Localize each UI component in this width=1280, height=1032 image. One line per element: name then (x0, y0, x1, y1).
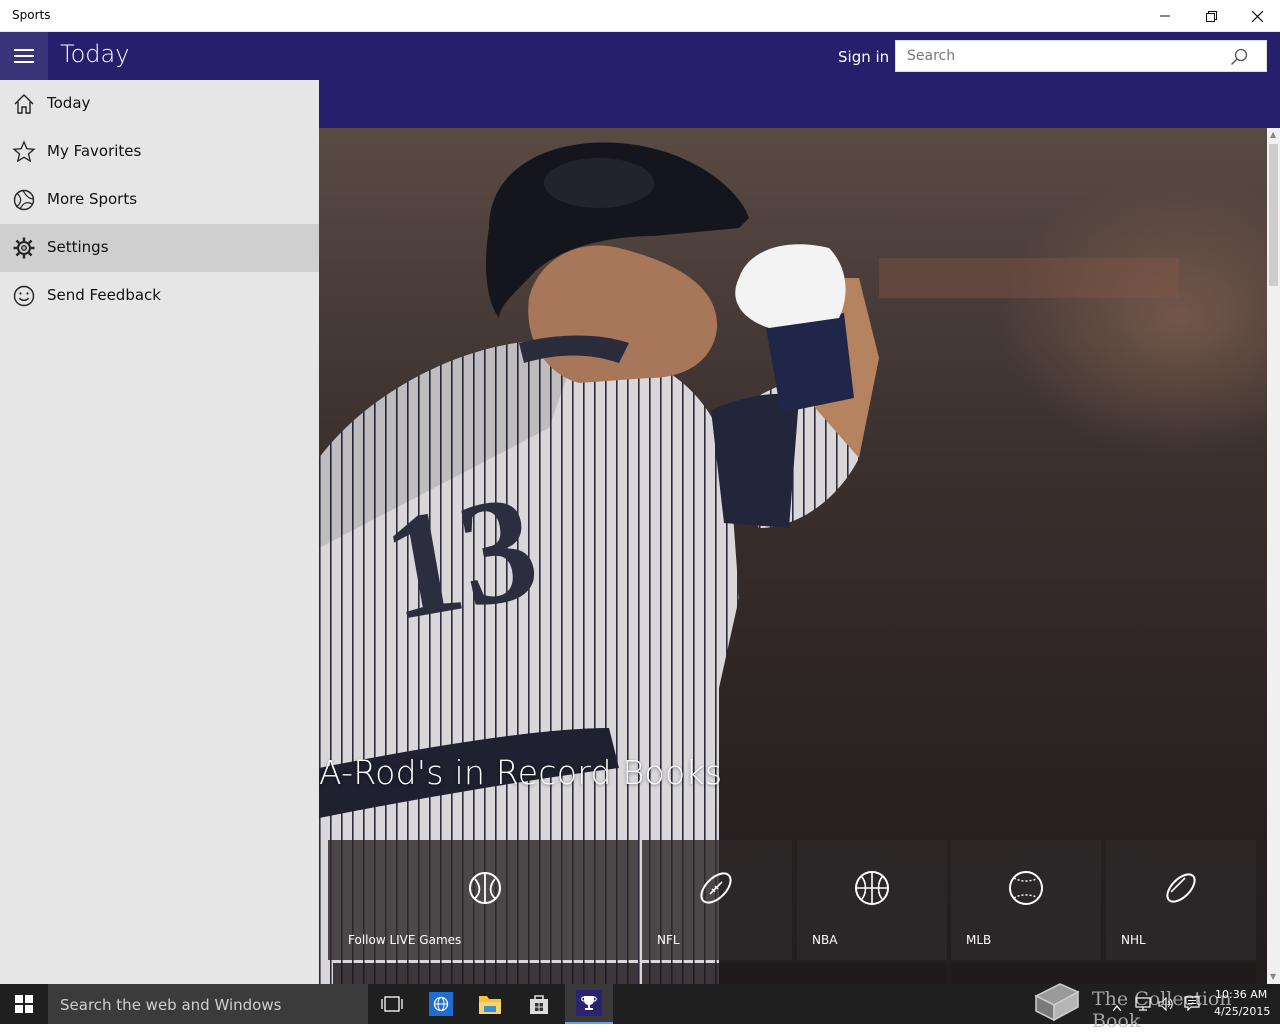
volume-button[interactable] (1158, 996, 1174, 1015)
header-band (319, 80, 1280, 128)
nav-label: Send Feedback (47, 286, 161, 304)
clock-date[interactable]: 4/25/2015 (1214, 1005, 1270, 1018)
close-icon (1251, 10, 1263, 22)
minimize-icon (1160, 15, 1170, 17)
tile-row-2 (951, 963, 1256, 984)
hockey-puck-icon (1166, 873, 1196, 903)
action-center-button[interactable] (1184, 996, 1200, 1015)
vertical-scrollbar[interactable]: ▲ ▼ (1267, 128, 1280, 984)
search-icon[interactable] (1230, 48, 1248, 66)
baseball-icon (1009, 871, 1043, 905)
network-icon (1135, 997, 1151, 1011)
task-view-button[interactable] (368, 984, 416, 1024)
chevron-up-icon (1112, 1004, 1122, 1012)
folder-icon (479, 996, 501, 1014)
tile-nfl[interactable]: NFL (642, 840, 792, 960)
star-icon (12, 140, 36, 163)
tile-nhl[interactable]: NHL (1106, 840, 1256, 960)
tile-label: MLB (966, 933, 992, 947)
tile-label: NBA (812, 933, 838, 947)
nav-item-send-feedback[interactable]: Send Feedback (0, 272, 319, 320)
taskbar-browser[interactable] (417, 984, 465, 1024)
tile-label: NHL (1121, 933, 1146, 947)
restore-button[interactable] (1188, 0, 1234, 32)
minimize-button[interactable] (1142, 0, 1188, 32)
tile-nba[interactable]: NBA (797, 840, 947, 960)
volume-icon (1158, 996, 1173, 1012)
scroll-thumb[interactable] (1269, 144, 1278, 286)
hamburger-icon (14, 49, 34, 63)
gear-icon (13, 237, 35, 259)
close-button[interactable] (1234, 0, 1280, 32)
navigation-pane: Today My Favorites More Sports Settings (0, 80, 319, 984)
tile-row-2 (642, 963, 947, 984)
task-view-icon (381, 996, 403, 1012)
home-icon (14, 94, 34, 114)
start-button[interactable] (0, 984, 48, 1024)
taskbar-sports-app[interactable] (565, 984, 613, 1024)
window-title: Sports (12, 8, 51, 22)
sign-in-link[interactable]: Sign in (838, 48, 889, 66)
hero-story[interactable]: 13 A-Rod's in Record Books Follow LIVE G… (319, 128, 1267, 984)
app-header: Today Sign in (0, 32, 1280, 80)
live-games-icon (469, 872, 501, 904)
scroll-down-icon[interactable]: ▼ (1270, 972, 1276, 981)
page-title: Today (60, 40, 130, 68)
taskbar-file-explorer[interactable] (466, 984, 514, 1024)
browser-icon (429, 992, 453, 1016)
nav-label: Settings (47, 238, 109, 256)
taskbar-store[interactable] (515, 984, 563, 1024)
restore-icon (1205, 10, 1217, 22)
taskbar: Search the web and Windows The Collectio… (0, 983, 1280, 1032)
tile-follow-live-games[interactable]: Follow LIVE Games (333, 840, 638, 960)
tile-row-2 (333, 963, 638, 984)
ball-icon (13, 189, 35, 211)
nav-item-more-sports[interactable]: More Sports (0, 176, 319, 224)
nav-label: More Sports (47, 190, 138, 208)
search-box (895, 40, 1267, 72)
hero-headline[interactable]: A-Rod's in Record Books (319, 753, 722, 792)
title-bar: Sports (0, 0, 1280, 32)
tile-label: NFL (657, 933, 680, 947)
network-button[interactable] (1135, 996, 1151, 1015)
nav-item-today[interactable]: Today (0, 80, 319, 128)
tile-label: Follow LIVE Games (348, 933, 462, 947)
clock-time[interactable]: 10:36 AM (1215, 988, 1267, 1001)
hamburger-menu-button[interactable] (0, 32, 48, 80)
taskbar-search-box[interactable]: Search the web and Windows (48, 984, 368, 1024)
taskbar-search-placeholder: Search the web and Windows (60, 996, 282, 1014)
book-logo-icon (1034, 983, 1080, 1022)
trophy-icon (576, 990, 602, 1016)
tile-mlb[interactable]: MLB (951, 840, 1101, 960)
nav-label: My Favorites (47, 142, 142, 160)
windows-logo-icon (15, 995, 33, 1013)
basketball-icon (855, 871, 889, 905)
football-icon (700, 872, 732, 904)
nav-item-settings[interactable]: Settings (0, 224, 319, 272)
nav-item-my-favorites[interactable]: My Favorites (0, 128, 319, 176)
show-hidden-icons-button[interactable] (1112, 996, 1122, 1015)
search-input[interactable] (896, 41, 1227, 71)
nav-label: Today (47, 94, 91, 112)
jersey-number: 13 (372, 463, 549, 653)
store-icon (530, 995, 548, 1014)
scroll-up-icon[interactable]: ▲ (1270, 130, 1276, 139)
smiley-icon (13, 285, 35, 307)
notification-icon (1184, 996, 1200, 1012)
